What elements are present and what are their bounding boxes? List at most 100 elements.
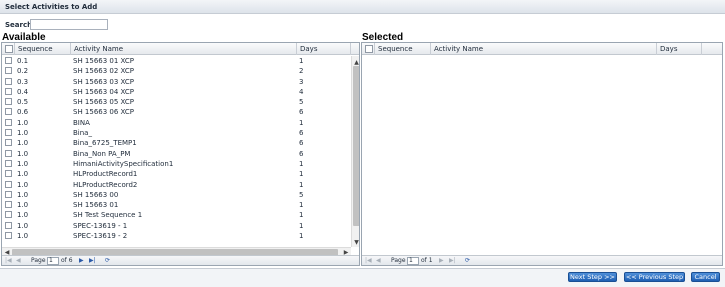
page-number-input[interactable]: 1: [407, 257, 419, 265]
row-sequence: 1.0: [17, 180, 29, 189]
available-col-days[interactable]: Days: [297, 43, 351, 55]
table-row[interactable]: 0.6 SH 15663 06 XCP 6: [2, 107, 351, 117]
row-activity-name: SH 15663 03 XCP: [73, 77, 134, 86]
available-select-all-checkbox[interactable]: [5, 45, 13, 53]
table-row[interactable]: 1.0 SH 15663 01 1: [2, 200, 351, 210]
row-days: 3: [299, 77, 304, 86]
row-sequence: 1.0: [17, 170, 29, 179]
selected-grid: Sequence Activity Name Days |◀ ◀ Page 1 …: [361, 42, 723, 266]
table-row[interactable]: 1.0 SPEC-13619 - 2 1: [2, 231, 351, 241]
table-row[interactable]: 0.4 SH 15663 04 XCP 4: [2, 87, 351, 97]
selected-pager: |◀ ◀ Page 1 of 1 ▶ ▶| ⟳: [362, 255, 722, 265]
row-checkbox[interactable]: [5, 232, 12, 240]
row-checkbox[interactable]: [5, 211, 12, 219]
table-row[interactable]: 1.0 SH 15663 00 5: [2, 190, 351, 200]
prev-page-icon[interactable]: ◀: [376, 257, 381, 265]
table-row[interactable]: 1.0 Bina_6725_TEMP1 6: [2, 138, 351, 148]
table-row[interactable]: 0.2 SH 15663 02 XCP 2: [2, 66, 351, 76]
refresh-icon[interactable]: ⟳: [105, 257, 110, 265]
page-label: Page: [31, 257, 46, 264]
row-activity-name: BINA: [73, 118, 90, 127]
dialog-title: Select Activities to Add: [5, 3, 98, 11]
row-activity-name: HLProductRecord1: [73, 170, 138, 179]
row-sequence: 1.0: [17, 211, 29, 220]
row-checkbox[interactable]: [5, 77, 12, 85]
page-number-input[interactable]: 1: [47, 257, 59, 265]
row-days: 1: [299, 201, 304, 210]
row-checkbox[interactable]: [5, 170, 12, 178]
dialog-titlebar: Select Activities to Add: [0, 0, 725, 14]
row-days: 1: [299, 118, 304, 127]
row-sequence: 1.0: [17, 139, 29, 148]
row-days: 1: [299, 211, 304, 220]
row-checkbox[interactable]: [5, 57, 12, 64]
row-sequence: 1.0: [17, 118, 29, 127]
row-activity-name: SH 15663 01 XCP: [73, 57, 134, 65]
table-row[interactable]: 1.0 Bina_ 6: [2, 128, 351, 138]
selected-col-name[interactable]: Activity Name: [431, 43, 657, 55]
row-days: 1: [299, 170, 304, 179]
next-page-icon[interactable]: ▶: [79, 257, 84, 265]
row-activity-name: SPEC-13619 - 2: [73, 232, 128, 241]
row-activity-name: SPEC-13619 - 1: [73, 221, 128, 230]
prev-page-icon[interactable]: ◀: [16, 257, 21, 265]
row-checkbox[interactable]: [5, 201, 12, 209]
next-step-button[interactable]: Next Step >>: [568, 272, 617, 282]
row-checkbox[interactable]: [5, 87, 12, 95]
table-row[interactable]: 1.0 HLProductRecord1 1: [2, 169, 351, 179]
row-sequence: 0.3: [17, 77, 29, 86]
row-checkbox[interactable]: [5, 139, 12, 147]
scroll-down-icon[interactable]: ▼: [352, 239, 359, 247]
search-input[interactable]: [30, 19, 108, 30]
scrollbar-thumb[interactable]: [353, 66, 359, 226]
table-row[interactable]: 1.0 SH Test Sequence 1 1: [2, 210, 351, 220]
last-page-icon[interactable]: ▶|: [449, 257, 456, 265]
selected-select-all-checkbox[interactable]: [365, 45, 373, 53]
first-page-icon[interactable]: |◀: [5, 257, 12, 265]
row-checkbox[interactable]: [5, 180, 12, 188]
refresh-icon[interactable]: ⟳: [465, 257, 470, 265]
table-row[interactable]: 1.0 HLProductRecord2 1: [2, 180, 351, 190]
row-sequence: 1.0: [17, 201, 29, 210]
row-days: 1: [299, 57, 304, 65]
table-row[interactable]: 1.0 SPEC-13619 - 1 1: [2, 221, 351, 231]
next-page-icon[interactable]: ▶: [439, 257, 444, 265]
row-checkbox[interactable]: [5, 118, 12, 126]
row-checkbox[interactable]: [5, 221, 12, 229]
available-col-sequence[interactable]: Sequence: [15, 43, 71, 55]
table-row[interactable]: 1.0 BINA 1: [2, 118, 351, 128]
row-sequence: 0.5: [17, 98, 29, 107]
first-page-icon[interactable]: |◀: [365, 257, 372, 265]
row-checkbox[interactable]: [5, 159, 12, 167]
row-days: 6: [299, 149, 304, 158]
table-row[interactable]: 1.0 Bina_Non PA_PM 6: [2, 149, 351, 159]
row-checkbox[interactable]: [5, 129, 12, 137]
row-sequence: 1.0: [17, 129, 29, 138]
row-activity-name: SH 15663 02 XCP: [73, 67, 134, 76]
table-row[interactable]: 0.5 SH 15663 05 XCP 5: [2, 97, 351, 107]
previous-step-button[interactable]: << Previous Step: [624, 272, 685, 282]
table-row[interactable]: 0.3 SH 15663 03 XCP 3: [2, 77, 351, 87]
row-checkbox[interactable]: [5, 67, 12, 75]
row-activity-name: Bina_6725_TEMP1: [73, 139, 137, 148]
row-days: 2: [299, 67, 304, 76]
row-activity-name: SH 15663 01: [73, 201, 119, 210]
row-activity-name: SH 15663 06 XCP: [73, 108, 134, 117]
row-sequence: 0.1: [17, 57, 29, 65]
row-activity-name: SH 15663 04 XCP: [73, 87, 134, 96]
row-days: 1: [299, 180, 304, 189]
selected-col-sequence[interactable]: Sequence: [375, 43, 431, 55]
row-checkbox[interactable]: [5, 98, 12, 106]
selected-col-days[interactable]: Days: [657, 43, 702, 55]
row-checkbox[interactable]: [5, 190, 12, 198]
last-page-icon[interactable]: ▶|: [89, 257, 96, 265]
table-row[interactable]: 0.1 SH 15663 01 XCP 1: [2, 56, 351, 66]
available-col-name[interactable]: Activity Name: [71, 43, 297, 55]
row-days: 6: [299, 139, 304, 148]
page-label: Page: [391, 257, 406, 264]
cancel-button[interactable]: Cancel: [691, 272, 720, 282]
row-checkbox[interactable]: [5, 149, 12, 157]
available-vertical-scrollbar[interactable]: ▲ ▼: [351, 56, 359, 247]
table-row[interactable]: 1.0 HimaniActivitySpecification1 1: [2, 159, 351, 169]
row-checkbox[interactable]: [5, 108, 12, 116]
